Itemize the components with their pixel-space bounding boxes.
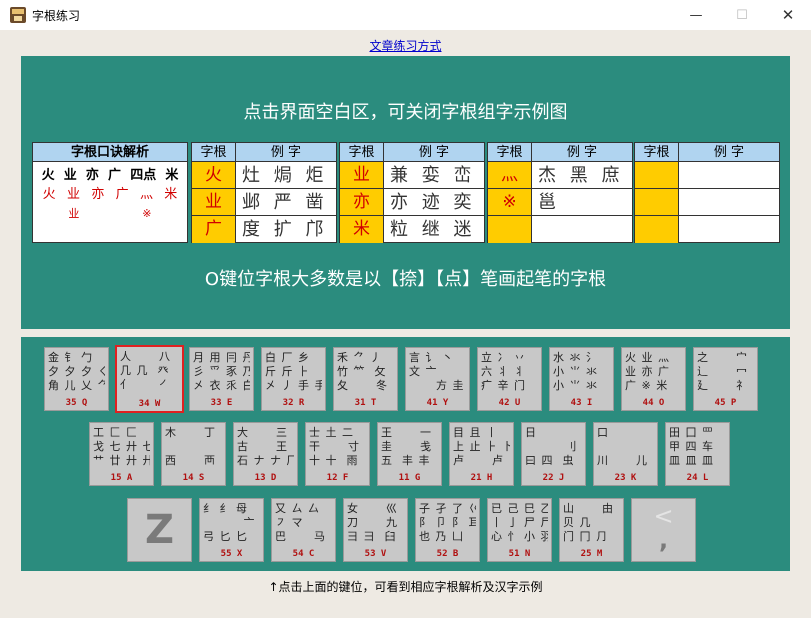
key-comma[interactable]: < , — [631, 498, 696, 562]
key-j[interactable]: 日 刂 刂 曰 四 虫22 J — [521, 422, 586, 486]
table-row: 广度 扩 邝 — [192, 216, 336, 243]
key-a[interactable]: 工 匚 匚 戈 七 廾 七 艹 廿 廾 廾 15 A — [89, 422, 154, 486]
analysis-header: 字根口诀解析 — [33, 143, 187, 162]
key-w[interactable]: 人 八 几 几 癶 亻 ㇒ 34 W — [115, 345, 184, 413]
close-button[interactable]: ✕ — [765, 0, 811, 30]
root-example-table: 字根例 字 灬杰 黑 庶 ※ 邕 — [487, 142, 633, 243]
key-s[interactable]: 木 丁 西 襾 14 S — [161, 422, 226, 486]
key-b[interactable]: 子 孑 了 巜 阝 卩 阝 耳 也 乃 凵 52 B — [415, 498, 480, 562]
key-k[interactable]: 口 川 儿 23 K — [593, 422, 658, 486]
key-h[interactable]: 目 且 丨 上 止 ⺊ 卜 卢 卢 21 H — [449, 422, 514, 486]
root-example-table: 字根例 字 业兼 娈 峦 亦亦 迹 奕 米粒 继 迷 — [339, 142, 485, 243]
analysis-row: 业 ※ — [68, 207, 152, 220]
table-row — [635, 216, 779, 243]
title-bar: 字根练习 — ☐ ✕ — [0, 0, 811, 30]
key-y[interactable]: 言 讠 丶 文 亠 方 圭 41 Y — [405, 347, 470, 411]
key-l[interactable]: 田 囗 罒 甲 四 车 皿 皿 皿 24 L — [665, 422, 730, 486]
window-title: 字根练习 — [32, 9, 81, 23]
table-row: 火灶 焗 炬 — [192, 162, 336, 189]
mnemonic-analysis: 字根口诀解析 火 业 亦 广 四点 米 火 业 亦 广 灬 米 业 ※ — [32, 142, 188, 243]
analysis-row: 火 业 亦 广 四点 米 — [41, 168, 179, 183]
key-z[interactable]: Z — [127, 498, 192, 562]
table-row: 米粒 继 迷 — [340, 216, 484, 243]
table-row — [635, 162, 779, 189]
key-u[interactable]: 立 冫 丷 六 丬 丬 疒 辛 门 42 U — [477, 347, 542, 411]
root-example-table: 字根例 字 — [634, 142, 780, 243]
key-g[interactable]: 王 一 圭 戋 五 丰 丰 11 G — [377, 422, 442, 486]
key-description: O键位字根大多数是以【捺】【点】笔画起笔的字根 — [204, 269, 607, 290]
table-row: 业邺 严 凿 — [192, 189, 336, 216]
close-hint: 点击界面空白区，可关闭字根组字示例图 — [243, 102, 568, 123]
table-row: 灬杰 黑 庶 — [488, 162, 632, 189]
key-o[interactable]: 火 业 灬 业 亦 广 广 ※ 米 44 O — [621, 347, 686, 411]
table-row — [488, 216, 632, 243]
key-c[interactable]: 又 ㄙ 厶 ㇇ マ 巴 马 54 C — [271, 498, 336, 562]
footer-hint: ↑点击上面的键位，可看到相应字根解析及汉字示例 — [268, 580, 543, 594]
key-m[interactable]: 山 由 贝 几 门 冂 ⺆ 25 M — [559, 498, 624, 562]
keyboard-panel: 金 钅 勹 夕 夕 夕 ㄑ 角 儿 乂 ⺈ 35 Q 人 八 几 几 癶 亻 ㇒ 3… — [21, 337, 790, 571]
key-e[interactable]: 月 用 冃 丹 彡 爫 豕 乃 㐅 衣 乑 白 33 E — [189, 347, 254, 411]
key-q[interactable]: 金 钅 勹 夕 夕 夕 ㄑ 角 儿 乂 ⺈ 35 Q — [44, 347, 109, 411]
table-row: 亦亦 迹 奕 — [340, 189, 484, 216]
key-f[interactable]: 士 土 二 干 寸 十 十 雨 12 F — [305, 422, 370, 486]
key-p[interactable]: 之 宀 辶 冖 廴 礻 45 P — [693, 347, 758, 411]
table-row: ※ 邕 — [488, 189, 632, 216]
article-practice-link[interactable]: 文章练习方式 — [0, 37, 811, 54]
minimize-button[interactable]: — — [673, 0, 719, 30]
key-v[interactable]: 女 巛 刀 九 彐 彐 臼 53 V — [343, 498, 408, 562]
radical-example-panel[interactable]: 点击界面空白区，可关闭字根组字示例图 字根口诀解析 火 业 亦 广 四点 米 火… — [21, 56, 790, 329]
key-x[interactable]: 纟 纟 母 亠 弓 匕 匕 55 X — [199, 498, 264, 562]
maximize-button[interactable]: ☐ — [719, 0, 765, 30]
key-d[interactable]: 大 三 古 王 石 ナ ナ 厂 13 D — [233, 422, 298, 486]
key-r[interactable]: 白 厂 乡 斤 斤 ⺊ 㐅 丿 手 手 32 R — [261, 347, 326, 411]
analysis-row: 火 业 亦 广 灬 米 — [42, 187, 178, 202]
app-icon — [10, 7, 26, 23]
table-row: 业兼 娈 峦 — [340, 162, 484, 189]
root-example-table: 字根例 字 火灶 焗 炬 业邺 严 凿 广度 扩 邝 — [191, 142, 337, 243]
table-row — [635, 189, 779, 216]
key-t[interactable]: 禾 ⺈ 丿 竹 ⺮ 攵 夂 冬 31 T — [333, 347, 398, 411]
key-n[interactable]: 已 己 巳 乙 ⼁ ⼅ 尸 尸 心 忄 小 羽 51 N — [487, 498, 552, 562]
key-i[interactable]: 水 氺 氵 小 ⺌ 氺 小 ⺌ 氺 43 I — [549, 347, 614, 411]
